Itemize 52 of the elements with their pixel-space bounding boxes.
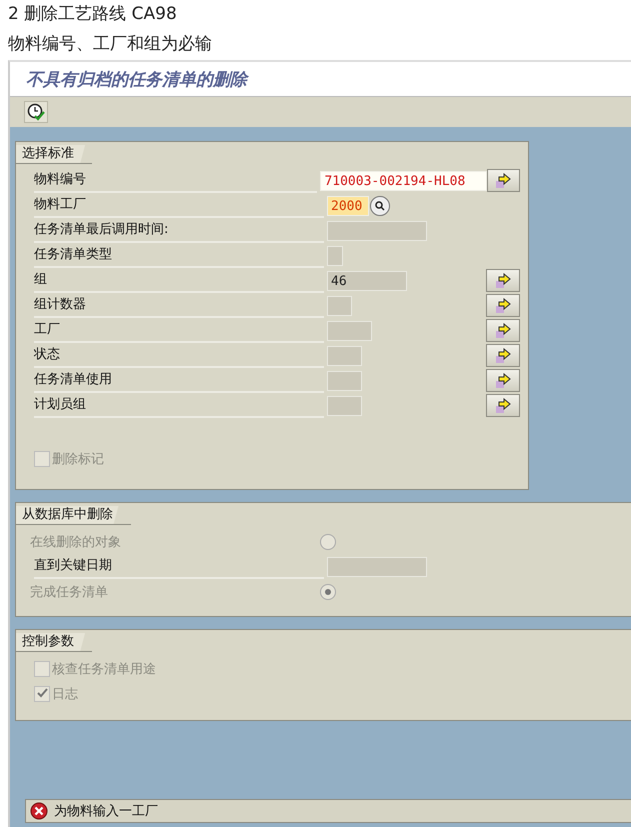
field-label: 任务清单使用 xyxy=(34,368,324,392)
arrow-icon xyxy=(494,348,512,364)
input-field[interactable] xyxy=(327,346,362,366)
group-title: 从数据库中删除 xyxy=(16,506,131,525)
input-field[interactable] xyxy=(327,370,362,390)
arrow-icon xyxy=(494,172,512,188)
arrow-icon xyxy=(494,372,512,388)
multiple-selection-button[interactable] xyxy=(486,169,520,192)
field-label: 状态 xyxy=(34,344,324,368)
search-icon xyxy=(375,200,385,210)
clock-check-icon xyxy=(27,103,45,121)
input-field[interactable]: 2000 xyxy=(327,196,369,216)
execute-button[interactable] xyxy=(24,101,48,123)
arrow-icon xyxy=(494,272,512,288)
multiple-selection-button[interactable] xyxy=(486,369,520,392)
multiple-selection-button[interactable] xyxy=(486,269,520,292)
multiple-selection-button[interactable] xyxy=(486,344,520,367)
multiple-selection-button[interactable] xyxy=(486,294,520,317)
field-label: 工厂 xyxy=(34,318,324,342)
field-label: 直到关键日期 xyxy=(34,554,324,578)
input-field[interactable] xyxy=(327,246,343,266)
multiple-selection-button[interactable] xyxy=(486,319,520,342)
checkbox-label: 删除标记 xyxy=(52,450,104,468)
window-title: 不具有归档的任务清单的删除 xyxy=(26,68,247,90)
input-field[interactable] xyxy=(327,556,427,576)
checkbox-label: 核查任务清单用途 xyxy=(52,660,156,678)
field-label: 任务清单最后调用时间: xyxy=(34,218,324,242)
field-label: 物料编号 xyxy=(34,168,318,192)
input-field[interactable] xyxy=(327,320,372,340)
search-button[interactable] xyxy=(370,196,390,216)
arrow-icon xyxy=(494,298,512,314)
field-label: 计划员组 xyxy=(34,394,324,418)
group-title: 选择标准 xyxy=(16,145,92,164)
group-title: 控制参数 xyxy=(16,633,92,652)
radio-label: 在线删除的对象 xyxy=(30,534,122,550)
article-note: 物料编号、工厂和组为必输 xyxy=(7,33,213,56)
field-label: 物料工厂 xyxy=(34,194,324,218)
field-label: 任务清单类型 xyxy=(34,244,324,268)
input-field[interactable] xyxy=(327,296,352,316)
input-field[interactable] xyxy=(327,396,362,416)
article-heading: 2 删除工艺路线 CA98 xyxy=(7,3,178,26)
input-field[interactable] xyxy=(327,220,427,240)
radio-label: 完成任务清单 xyxy=(30,584,109,600)
field-label: 组 xyxy=(34,268,324,292)
arrow-icon xyxy=(494,398,512,414)
checkbox-label: 日志 xyxy=(52,686,78,702)
input-field[interactable]: 710003-002194-HL08 xyxy=(320,170,487,190)
input-field[interactable]: 46 xyxy=(327,270,407,290)
multiple-selection-button[interactable] xyxy=(486,394,520,417)
arrow-icon xyxy=(494,322,512,338)
status-message: 为物料输入一工厂 xyxy=(54,803,158,820)
field-label: 组计数器 xyxy=(34,294,324,318)
